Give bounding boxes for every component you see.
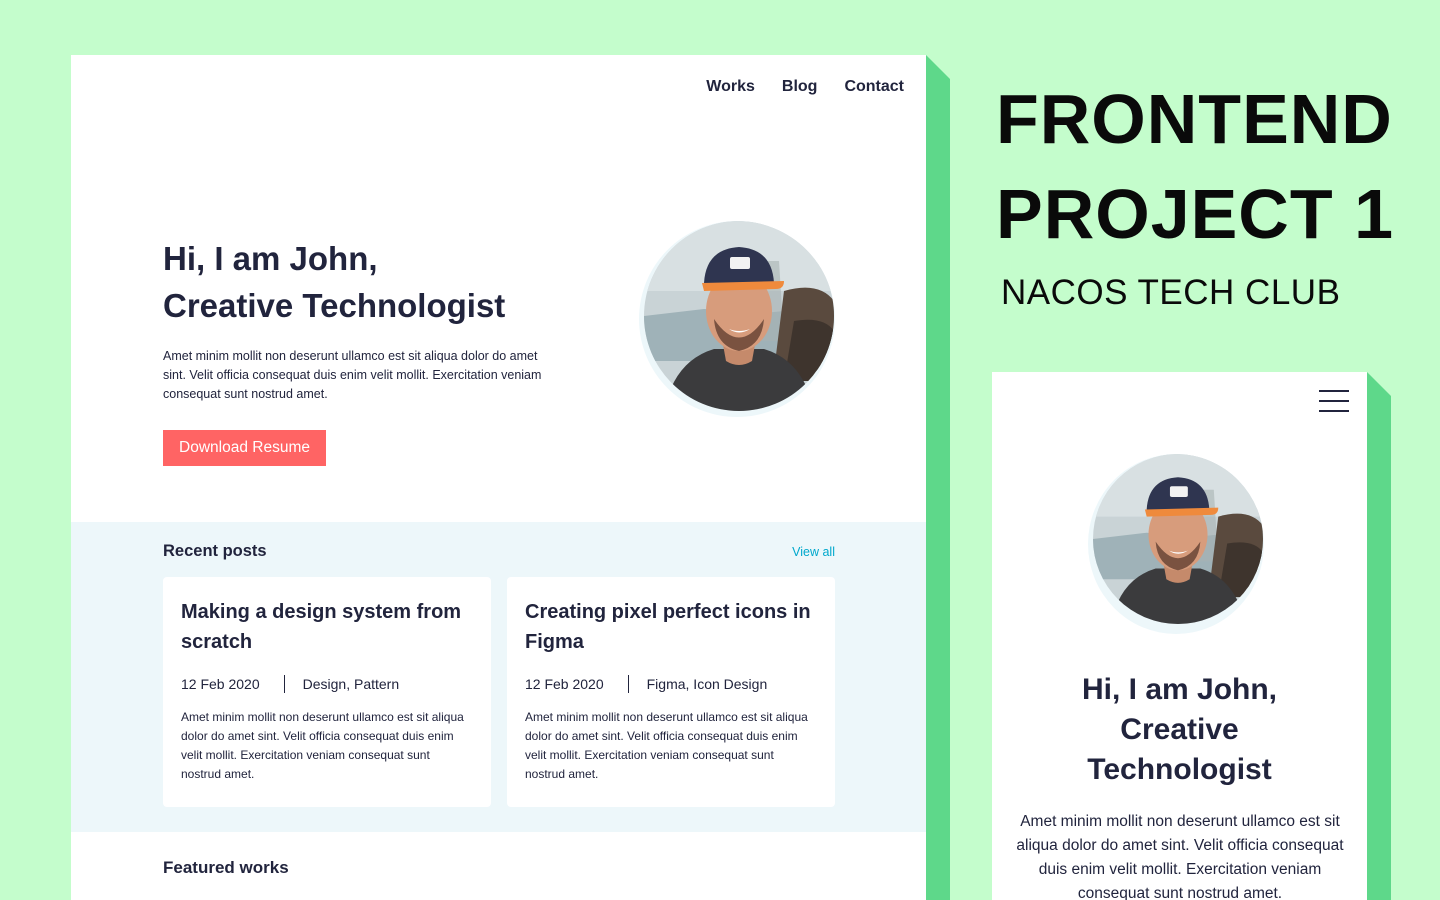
hamburger-line <box>1319 390 1349 392</box>
meta-divider <box>283 675 285 693</box>
avatar <box>639 221 835 417</box>
hero-title-line-2: Creative Technologist <box>163 287 506 324</box>
hero-title-line-1: Hi, I am John, <box>163 240 378 277</box>
mobile-hero-title: Hi, I am John, Creative Technologist <box>992 670 1367 790</box>
hamburger-line <box>1319 400 1349 402</box>
post-meta: 12 Feb 2020 Design, Pattern <box>181 675 473 693</box>
nav-item-contact[interactable]: Contact <box>844 78 904 96</box>
recent-posts-section: Recent posts View all Making a design sy… <box>71 522 926 832</box>
project-title: FRONTEND PROJECT 1 <box>996 72 1394 262</box>
post-date: 12 Feb 2020 <box>525 676 604 692</box>
avatar-photo <box>644 221 834 411</box>
view-all-link[interactable]: View all <box>792 545 835 559</box>
hamburger-menu-icon[interactable] <box>1319 390 1349 412</box>
post-tags: Design, Pattern <box>302 676 400 692</box>
post-title[interactable]: Creating pixel perfect icons in Figma <box>525 597 817 657</box>
post-card[interactable]: Making a design system from scratch 12 F… <box>163 577 491 807</box>
post-meta: 12 Feb 2020 Figma, Icon Design <box>525 675 817 693</box>
meta-divider <box>627 675 629 693</box>
recent-posts-title: Recent posts <box>163 542 267 560</box>
post-excerpt: Amet minim mollit non deserunt ullamco e… <box>525 710 808 781</box>
post-title[interactable]: Making a design system from scratch <box>181 597 473 657</box>
mobile-hero-description: Amet minim mollit non deserunt ullamco e… <box>1016 813 1344 900</box>
hamburger-line <box>1319 410 1349 412</box>
nav-item-works[interactable]: Works <box>706 78 755 96</box>
mobile-mockup: Hi, I am John, Creative Technologist Ame… <box>992 372 1367 900</box>
featured-works-title: Featured works <box>163 858 289 877</box>
avatar <box>1088 454 1264 634</box>
club-name: NACOS TECH CLUB <box>1001 273 1341 312</box>
avatar-photo <box>1093 454 1263 624</box>
hero-title: Hi, I am John, Creative Technologist <box>163 235 505 329</box>
mobile-mockup-shadow <box>1367 372 1391 900</box>
post-tags: Figma, Icon Design <box>646 676 768 692</box>
post-excerpt: Amet minim mollit non deserunt ullamco e… <box>181 710 464 781</box>
post-card[interactable]: Creating pixel perfect icons in Figma 12… <box>507 577 835 807</box>
main-nav: Works Blog Contact <box>706 78 904 96</box>
post-date: 12 Feb 2020 <box>181 676 260 692</box>
project-title-line-1: FRONTEND <box>996 80 1393 158</box>
mobile-hero-title-line-3: Technologist <box>1087 753 1272 786</box>
desktop-mockup: Works Blog Contact Hi, I am John, Creati… <box>71 55 926 900</box>
mobile-hero-title-line-2: Creative <box>1120 713 1239 746</box>
nav-item-blog[interactable]: Blog <box>782 78 818 96</box>
project-title-line-2: PROJECT 1 <box>996 175 1394 253</box>
mobile-hero-title-line-1: Hi, I am John, <box>1081 673 1278 706</box>
hero-description: Amet minim mollit non deserunt ullamco e… <box>163 349 542 401</box>
download-resume-button[interactable]: Download Resume <box>163 430 326 466</box>
desktop-mockup-shadow <box>926 55 950 900</box>
